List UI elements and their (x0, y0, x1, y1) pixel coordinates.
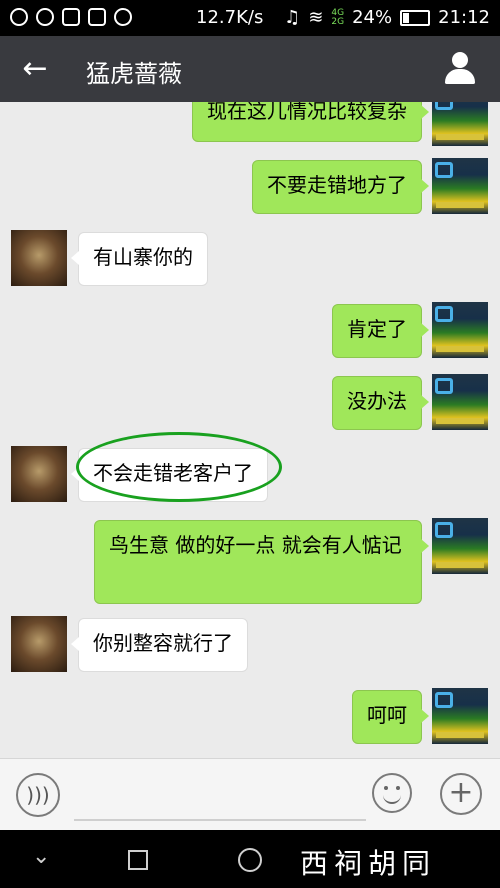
contact-avatar[interactable] (11, 230, 67, 286)
more-button[interactable]: + (440, 773, 482, 815)
status-bar: 12.7K/s ♫ ≋ 4G 2G 24% 21:12 (0, 0, 500, 36)
contact-avatar[interactable] (11, 616, 67, 672)
my-avatar[interactable] (432, 302, 488, 358)
nav-back-button[interactable]: ⌄ (32, 844, 50, 869)
input-bar: ))) + (0, 758, 500, 831)
headphones-icon: ♫ (284, 7, 301, 28)
my-avatar[interactable] (432, 102, 488, 146)
highlight-circle (76, 432, 282, 502)
message-bubble-sent[interactable]: 鸟生意 做的好一点 就会有人惦记 (94, 520, 429, 604)
message-list[interactable]: 现在这儿情况比较复杂 不要走错地方了 有山寨你的 肯定了 没办法 不会走错老客户… (0, 102, 500, 758)
plus-icon: + (448, 775, 474, 810)
image-icon (88, 8, 106, 26)
nav-home-button[interactable] (128, 850, 148, 870)
clock-icon (114, 8, 132, 26)
network-speed: 12.7K/s (196, 7, 264, 28)
battery-percent: 24% (352, 7, 393, 28)
network-type: 4G 2G (331, 7, 345, 27)
watermark: 西祠胡同 (300, 847, 437, 880)
message-bubble-sent[interactable]: 呵呵 (352, 690, 429, 744)
wifi-icon: ≋ (308, 7, 324, 28)
my-avatar[interactable] (432, 374, 488, 430)
shield-icon (10, 8, 28, 26)
status-icons-right: ♫ ≋ 4G 2G 24% 21:12 (284, 7, 490, 28)
my-avatar[interactable] (432, 518, 488, 574)
message-bubble-sent[interactable]: 不要走错地方了 (252, 160, 429, 214)
chat-title: 猛虎蔷薇 (86, 60, 182, 88)
message-bubble-received[interactable]: 你别整容就行了 (71, 618, 248, 672)
person-icon (452, 52, 468, 68)
emoji-icon (384, 786, 388, 790)
voice-button[interactable]: ))) (16, 773, 60, 817)
voice-icon: ))) (26, 783, 50, 807)
system-nav-bar: ⌄ 西祠胡同 (0, 830, 500, 888)
back-arrow-icon: ← (22, 51, 48, 86)
contact-avatar[interactable] (11, 446, 67, 502)
back-button[interactable]: ← (18, 52, 52, 86)
clock: 21:12 (438, 7, 490, 28)
chat-header: ← 猛虎蔷薇 (0, 36, 500, 102)
sim-icon (62, 8, 80, 26)
message-bubble-received[interactable]: 有山寨你的 (71, 232, 208, 286)
status-icons-left (10, 8, 132, 26)
message-bubble-sent[interactable]: 没办法 (332, 376, 429, 430)
emoji-button[interactable] (372, 773, 412, 813)
my-avatar[interactable] (432, 688, 488, 744)
message-bubble-sent[interactable]: 肯定了 (332, 304, 429, 358)
settings-icon (36, 8, 54, 26)
nav-recents-button[interactable] (238, 848, 262, 872)
my-avatar[interactable] (432, 158, 488, 214)
message-input[interactable] (74, 771, 366, 821)
message-bubble-sent[interactable]: 现在这儿情况比较复杂 (192, 102, 429, 142)
battery-icon (400, 9, 431, 26)
profile-button[interactable] (444, 52, 476, 84)
